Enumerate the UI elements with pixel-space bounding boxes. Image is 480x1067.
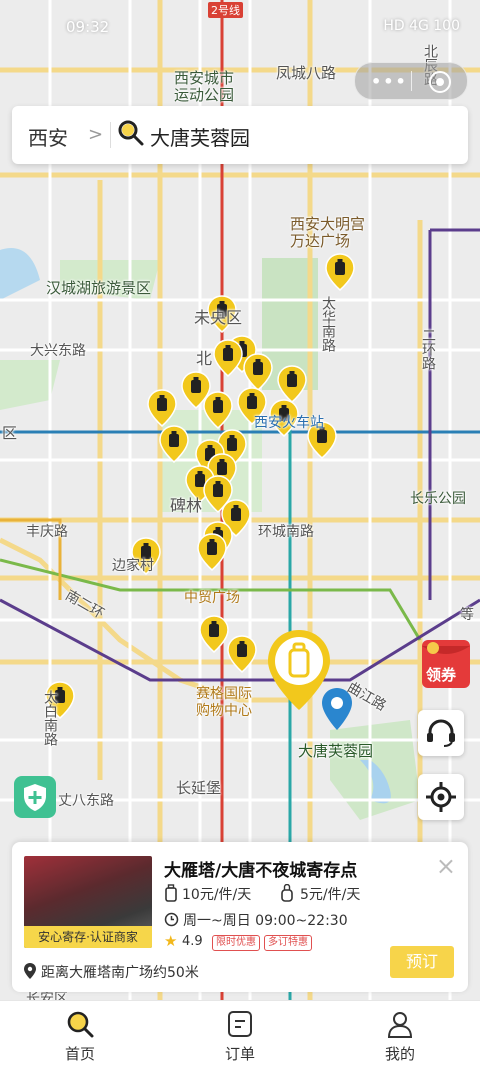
map-label-huanchengnan: 环城南路 xyxy=(258,524,314,540)
more-icon[interactable]: ••• xyxy=(371,72,408,91)
map-label-datang: 大唐芙蓉园 xyxy=(298,742,374,760)
close-card-button[interactable]: × xyxy=(436,852,456,880)
tag-limited-offer: 限时优惠 xyxy=(212,935,260,951)
map-label-weiyang: 未央区 xyxy=(194,308,243,327)
status-icons: HD 4G 100 xyxy=(383,18,460,34)
map-label-chezhan: 西安火车站 xyxy=(254,415,324,431)
map-label-deng: 等 xyxy=(460,607,474,623)
distance-text: 距离大雁塔南广场约50米 xyxy=(41,965,199,981)
tab-home[interactable]: 首页 xyxy=(0,1001,160,1067)
status-time: 09:32 xyxy=(66,18,110,36)
city-selector[interactable]: 西安 xyxy=(28,122,68,151)
clock-icon xyxy=(164,912,179,927)
map-label-daxingdong: 大兴东路 xyxy=(30,343,86,359)
map-label-zhangba: 丈八东路 xyxy=(58,793,114,809)
opening-hours: 周一~周日 09:00~22:30 xyxy=(183,913,348,929)
miniprogram-capsule[interactable]: ••• xyxy=(354,62,468,100)
tab-orders[interactable]: 订单 xyxy=(160,1001,320,1067)
search-bar[interactable]: 西安 > 大唐芙蓉园 xyxy=(12,106,468,164)
tag-multi-order: 多订特惠 xyxy=(264,935,312,951)
map-label-fengcheng: 凤城八路 xyxy=(276,64,337,82)
close-miniprogram-icon[interactable] xyxy=(429,71,451,93)
search-query[interactable]: 大唐芙蓉园 xyxy=(150,122,250,151)
large-luggage-icon xyxy=(165,884,177,902)
map-label-erhuan: 二环路 xyxy=(420,328,436,370)
map-label-hancheng: 汉城湖旅游景区 xyxy=(46,279,152,297)
map-label-dahua: 太华南路 xyxy=(320,296,336,352)
tab-profile-label: 我的 xyxy=(384,1045,415,1063)
rating-value: 4.9 xyxy=(182,934,203,949)
selected-storage-pin-icon[interactable] xyxy=(268,630,330,710)
map-label-beilin: 碑林 xyxy=(170,496,203,515)
map-label-damingong: 西安大明宫 万达广场 xyxy=(290,215,366,250)
map-label-fengqing: 丰庆路 xyxy=(26,524,68,540)
locate-icon xyxy=(426,782,456,812)
search-divider xyxy=(110,122,111,148)
safety-shield-button[interactable] xyxy=(14,776,56,818)
storage-pin-icon[interactable] xyxy=(277,365,307,403)
map-label-bianjia: 边家村 xyxy=(112,558,154,574)
map-label-qu: 区 xyxy=(2,424,18,442)
coupon-button[interactable]: 领券 xyxy=(420,636,472,692)
map-label-changyan: 长延堡 xyxy=(176,779,222,797)
map-label-saige: 赛格国际 购物中心 xyxy=(196,686,252,719)
price-small-bag: 5元/件/天 xyxy=(300,887,361,903)
price-large-luggage: 10元/件/天 xyxy=(182,887,252,903)
search-icon xyxy=(118,120,144,146)
capsule-divider xyxy=(411,71,412,91)
coupon-label: 领券 xyxy=(426,666,457,684)
storage-pin-icon[interactable] xyxy=(199,615,229,653)
storage-pin-icon[interactable] xyxy=(227,635,257,673)
headset-icon xyxy=(427,719,455,747)
tab-profile[interactable]: 我的 xyxy=(320,1001,480,1067)
tab-orders-label: 订单 xyxy=(224,1045,255,1063)
shield-plus-icon xyxy=(24,784,46,811)
user-icon xyxy=(387,1012,413,1038)
book-button[interactable]: 预订 xyxy=(390,946,454,978)
customer-service-button[interactable] xyxy=(418,710,464,756)
location-pin-icon xyxy=(24,963,36,979)
star-icon: ★ xyxy=(164,932,178,950)
map-label-bei: 北 xyxy=(196,349,213,368)
home-search-icon xyxy=(67,1011,94,1038)
map-label-changle: 长乐公园 xyxy=(410,491,466,507)
storage-point-photo: 安心寄存·认证商家 xyxy=(24,856,152,948)
certified-badge: 安心寄存·认证商家 xyxy=(24,926,152,948)
small-bag-icon xyxy=(281,884,293,902)
bottom-tab-bar: 首页 订单 我的 xyxy=(0,1000,480,1067)
locate-button[interactable] xyxy=(418,774,464,820)
status-bar: 09:32 HD 4G 100 xyxy=(0,0,480,38)
tab-home-label: 首页 xyxy=(64,1045,95,1063)
order-list-icon xyxy=(228,1011,252,1037)
map-label-stadium: 西安城市 运动公园 xyxy=(174,69,235,104)
map-label-zhongmao: 中贸广场 xyxy=(184,590,240,606)
storage-pin-icon[interactable] xyxy=(325,253,355,291)
map-label-taibai: 太白南路 xyxy=(42,690,58,746)
storage-point-card[interactable]: 安心寄存·认证商家 大雁塔/大唐不夜城寄存点 × 10元/件/天 5元/件/天 … xyxy=(12,842,468,992)
chevron-right-icon: > xyxy=(88,124,104,145)
storage-pin-icon[interactable] xyxy=(213,339,243,377)
storage-point-title: 大雁塔/大唐不夜城寄存点 xyxy=(164,861,358,881)
